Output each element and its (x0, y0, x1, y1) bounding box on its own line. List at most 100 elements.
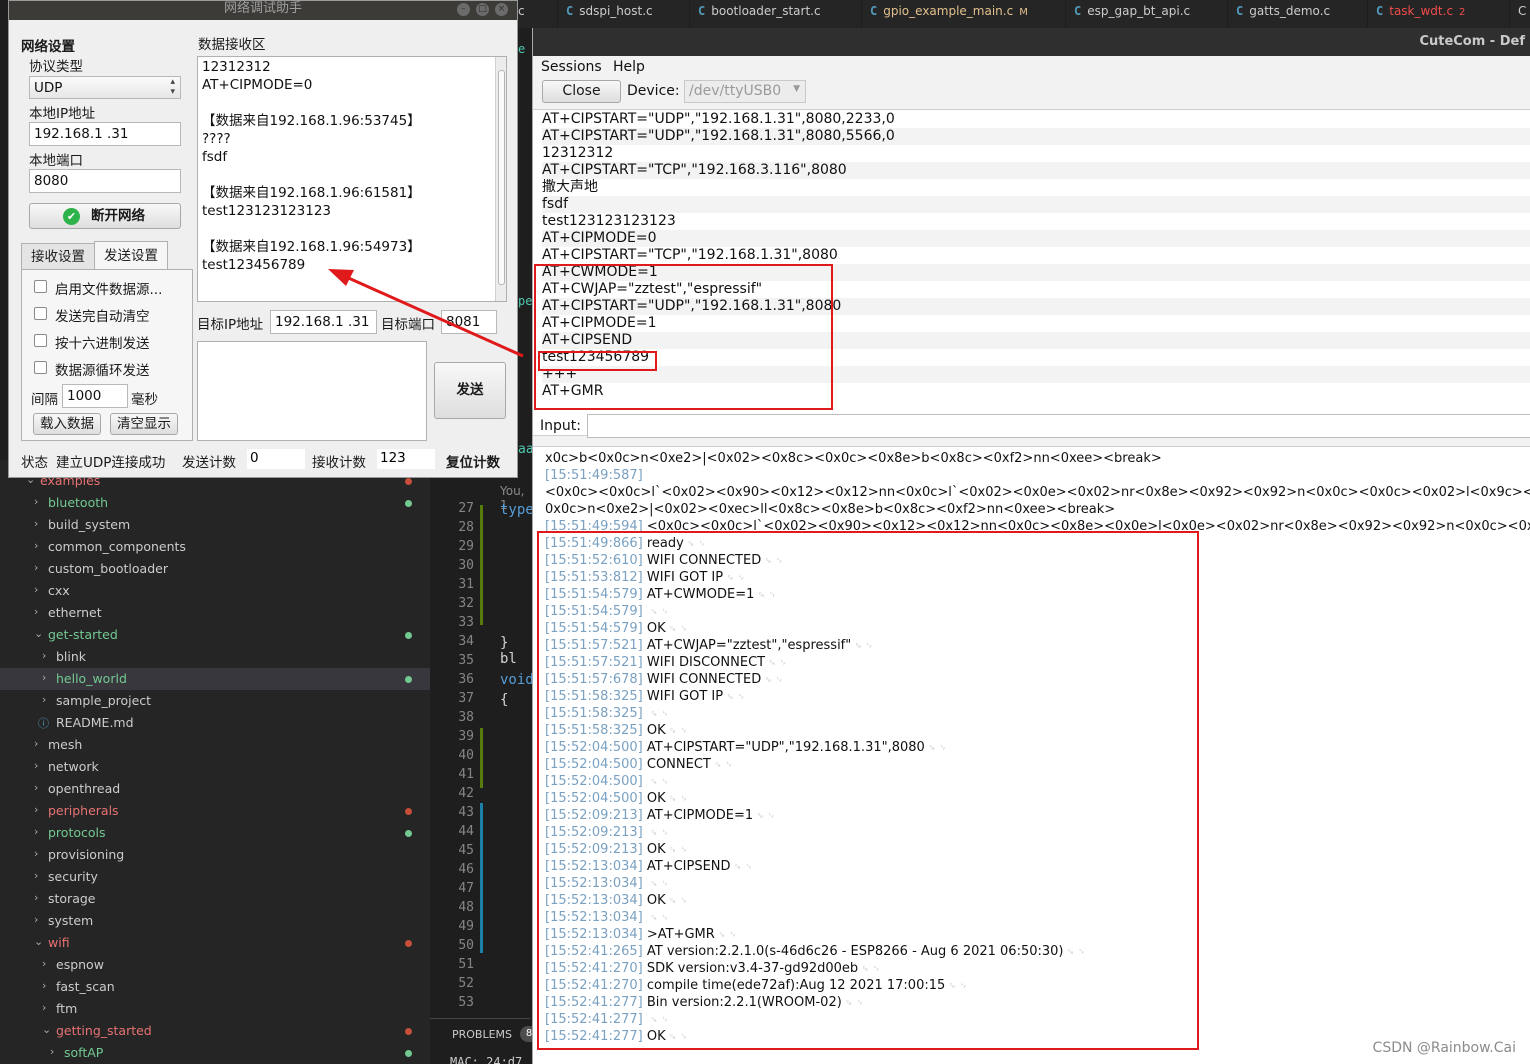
device-select[interactable]: /dev/ttyUSB0 ▼ (684, 80, 806, 103)
explorer-item-label: ftm (56, 1001, 78, 1016)
hex-send-checkbox[interactable] (34, 334, 47, 347)
explorer-item[interactable]: › system (0, 910, 430, 932)
tab-badge: M (1019, 7, 1028, 18)
interval-input[interactable]: 1000 (62, 384, 128, 408)
history-item[interactable]: fsdf (542, 196, 1530, 213)
editor-tab[interactable]: Cgpio_example_main.c M (862, 0, 1066, 28)
explorer-item[interactable]: › sample_project (0, 690, 430, 712)
history-item[interactable]: 撒大声地 (542, 179, 1530, 196)
history-item[interactable]: AT+CIPSTART="UDP","192.168.1.31",8080,22… (542, 111, 1530, 128)
local-port-input[interactable]: 8080 (29, 169, 181, 193)
chevron-right-icon: › (34, 517, 39, 530)
explorer-item[interactable]: › openthread (0, 778, 430, 800)
option-label: 启用文件数据源... (55, 282, 163, 298)
explorer-item[interactable]: ⌄ get-started (0, 624, 430, 646)
explorer-item[interactable]: › hello_world (0, 668, 430, 690)
protocol-select[interactable]: UDP ▴ ▾ (29, 76, 181, 99)
history-item[interactable]: AT+CIPMODE=0 (542, 230, 1530, 247)
editor-tab[interactable]: Cgatts_demo.c (1228, 0, 1368, 28)
explorer-item[interactable]: ⓘ README.md (0, 712, 430, 734)
auto-clear-checkbox[interactable] (34, 307, 47, 320)
editor-tab[interactable]: Cbootloader_start.c (690, 0, 862, 28)
history-item[interactable]: AT+CIPSTART="UDP","192.168.1.31",8080,55… (542, 128, 1530, 145)
menu-sessions[interactable]: Sessions (541, 59, 602, 75)
minimize-icon[interactable]: – (457, 3, 470, 16)
raw-text: <0x0c><0x0c>l`<0x02><0x90><0x12><0x12>nn… (545, 485, 1530, 500)
chevron-right-icon: › (34, 891, 39, 904)
local-ip-input[interactable]: 192.168.1 .31 (29, 122, 181, 146)
explorer-item[interactable]: › espnow (0, 954, 430, 976)
explorer-item[interactable]: › ftm (0, 998, 430, 1020)
history-item[interactable]: AT+CIPSTART="TCP","192.168.3.116",8080 (542, 162, 1530, 179)
reset-count-button[interactable]: 复位计数 (446, 451, 500, 471)
editor-tab[interactable]: Cesp_gap_bt_api.c (1066, 0, 1228, 28)
explorer-item[interactable]: › mesh (0, 734, 430, 756)
history-item[interactable]: 12312312 (542, 145, 1530, 162)
close-icon[interactable]: × (495, 3, 508, 16)
explorer-item-label: espnow (56, 957, 104, 972)
send-button[interactable]: 发送 (434, 362, 506, 419)
recv-count-label: 接收计数 (312, 455, 366, 471)
c-file-icon: C (698, 4, 706, 18)
line-number: 50 (458, 938, 474, 953)
explorer-item[interactable]: › storage (0, 888, 430, 910)
explorer-item[interactable]: › build_system (0, 514, 430, 536)
receive-line: test123123123123 (202, 203, 331, 219)
status-label: 状态 (21, 455, 48, 471)
maximize-icon[interactable]: □ (476, 3, 489, 16)
explorer-item-label: get-started (48, 627, 118, 642)
history-item[interactable]: test123123123123 (542, 213, 1530, 230)
explorer-item[interactable]: › common_components (0, 536, 430, 558)
tab-send-settings[interactable]: 发送设置 (94, 241, 168, 270)
explorer-item[interactable]: › provisioning (0, 844, 430, 866)
target-ip-label: 目标IP地址 (197, 317, 264, 333)
explorer-item[interactable]: › softAP (0, 1042, 430, 1064)
send-count-value: 0 (247, 449, 305, 469)
explorer-item[interactable]: › fast_scan (0, 976, 430, 998)
explorer-item[interactable]: › bluetooth (0, 492, 430, 514)
problems-tab[interactable]: PROBLEMS (452, 1028, 512, 1041)
explorer-item[interactable]: › security (0, 866, 430, 888)
line-number: 47 (458, 881, 474, 896)
chevron-right-icon: › (42, 671, 47, 684)
editor-tab[interactable]: C (1510, 0, 1530, 28)
loop-send-checkbox[interactable] (34, 361, 47, 374)
explorer-item[interactable]: › blink (0, 646, 430, 668)
clear-display-button[interactable]: 清空显示 (110, 413, 178, 435)
explorer-item[interactable]: ⌄ getting_started (0, 1020, 430, 1042)
history-item[interactable]: AT+CIPSTART="TCP","192.168.1.31",8080 (542, 247, 1530, 264)
tab-label: sdspi_host.c (579, 4, 653, 18)
chevron-down-icon: ⌄ (42, 1023, 52, 1036)
explorer-item[interactable]: › peripherals (0, 800, 430, 822)
explorer-item[interactable]: › ethernet (0, 602, 430, 624)
annotation-box-payload (538, 351, 657, 371)
code-fragment-open: { (500, 692, 509, 708)
receive-line: ???? (202, 131, 231, 147)
file-source-checkbox[interactable] (34, 280, 47, 293)
explorer-item-label: provisioning (48, 847, 125, 862)
git-added-bar (480, 728, 483, 788)
line-number: 32 (458, 596, 474, 611)
annotation-box-commands (534, 264, 833, 410)
line-number: 29 (458, 539, 474, 554)
input-field[interactable] (587, 414, 1530, 438)
scrollbar-thumb[interactable] (498, 70, 505, 285)
chevron-right-icon: › (42, 693, 47, 706)
editor-tab[interactable]: Csdspi_host.c (558, 0, 690, 28)
tab-receive-settings[interactable]: 接收设置 (21, 243, 95, 270)
load-data-button[interactable]: 载入数据 (33, 413, 101, 435)
disconnect-button[interactable]: ✔ 断开网络 (29, 203, 181, 229)
window-titlebar: 网络调试助手 – □ × (9, 1, 517, 20)
menu-help[interactable]: Help (613, 59, 645, 75)
explorer-item[interactable]: ⌄ wifi (0, 932, 430, 954)
explorer-item[interactable]: › network (0, 756, 430, 778)
editor-tab[interactable]: Ctask_wdt.c 2 (1368, 0, 1510, 28)
explorer-item[interactable]: › protocols (0, 822, 430, 844)
timestamp: [15:51:49:587] (545, 468, 643, 483)
close-button[interactable]: Close (542, 80, 621, 103)
receive-line: 【数据来自192.168.1.96:53745】 (202, 113, 421, 129)
explorer-item[interactable]: › custom_bootloader (0, 558, 430, 580)
network-assistant-window: 网络调试助手 – □ × 网络设置 协议类型 UDP ▴ ▾ 本地IP地址 192… (8, 0, 518, 478)
receive-line: 【数据来自192.168.1.96:61581】 (202, 185, 421, 201)
explorer-item[interactable]: › cxx (0, 580, 430, 602)
